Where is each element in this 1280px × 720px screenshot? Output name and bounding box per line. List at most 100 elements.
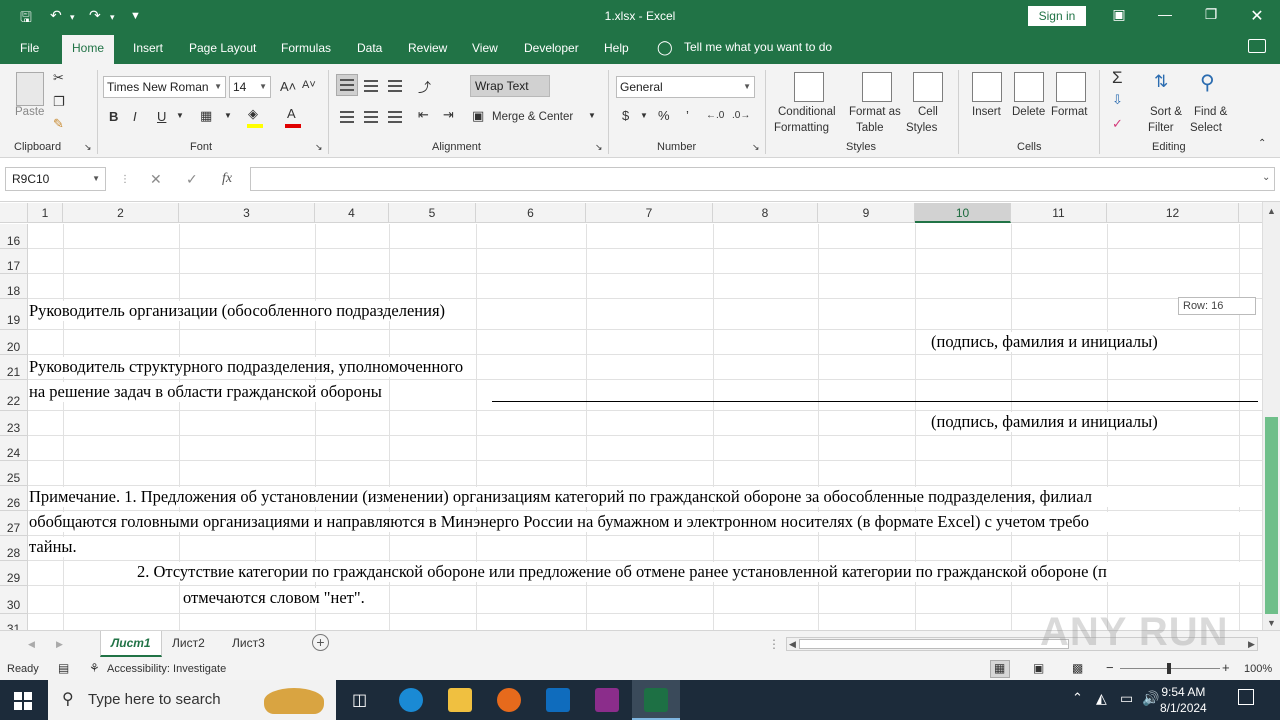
column-header[interactable]: 11 <box>1011 203 1107 223</box>
column-header[interactable]: 12 <box>1107 203 1239 223</box>
tab-page-layout[interactable]: Page Layout <box>189 41 256 55</box>
column-header[interactable]: 2 <box>63 203 179 223</box>
tab-home[interactable]: Home <box>62 35 115 64</box>
row-header[interactable]: 20 <box>0 330 28 355</box>
row-header[interactable]: 22 <box>0 380 28 411</box>
normal-view-button[interactable]: ▦ <box>990 660 1010 678</box>
top-align-button[interactable] <box>336 74 358 96</box>
tab-review[interactable]: Review <box>408 41 447 55</box>
display-icon[interactable]: ▭ <box>1120 690 1133 707</box>
paste-icon[interactable] <box>16 72 44 106</box>
scroll-left-icon[interactable]: ◀ <box>789 639 796 650</box>
firefox-icon[interactable] <box>497 688 521 712</box>
weather-widget-icon[interactable] <box>264 688 324 714</box>
scroll-down-icon[interactable]: ▼ <box>1267 618 1276 628</box>
outlook-icon[interactable] <box>546 688 570 712</box>
insert-cells-icon[interactable] <box>972 72 1002 102</box>
add-sheet-button[interactable]: + <box>312 634 329 651</box>
tab-insert[interactable]: Insert <box>133 41 163 55</box>
row-header[interactable]: 19 <box>0 299 28 330</box>
percent-button[interactable]: % <box>658 108 670 123</box>
format-as-table-icon[interactable] <box>862 72 892 102</box>
format-as-table-button[interactable]: Format as <box>849 106 901 118</box>
wrap-text-button[interactable]: Wrap Text <box>470 75 550 97</box>
enter-entry-button[interactable]: ✓ <box>186 171 198 188</box>
column-header[interactable]: 9 <box>818 203 915 223</box>
tell-me-search[interactable]: Tell me what you want to do <box>684 40 832 54</box>
maximize-button[interactable]: ❐ <box>1196 6 1226 23</box>
increase-font-size-icon[interactable]: A˄ <box>280 79 296 94</box>
orientation-icon[interactable]: ⤴ <box>418 77 431 96</box>
row-header[interactable]: 18 <box>0 274 28 299</box>
font-size-select[interactable]: 14 ▼ <box>229 76 271 98</box>
tab-help[interactable]: Help <box>604 41 629 55</box>
page-layout-view-icon[interactable]: ▣ <box>1033 661 1044 675</box>
clear-icon[interactable]: ✓ <box>1112 116 1123 132</box>
column-header[interactable]: 4 <box>315 203 389 223</box>
zoom-level[interactable]: 100% <box>1244 663 1272 675</box>
font-color-icon[interactable]: A <box>287 106 296 121</box>
decrease-indent-icon[interactable]: ⇤ <box>418 107 429 123</box>
scroll-up-icon[interactable]: ▲ <box>1267 206 1276 216</box>
macro-record-icon[interactable]: ▤ <box>58 661 69 675</box>
align-left-icon[interactable] <box>340 111 354 123</box>
row-header[interactable]: 29 <box>0 561 28 586</box>
sort-filter-icon[interactable]: ⇅ <box>1154 72 1168 92</box>
winrar-icon[interactable] <box>595 688 619 712</box>
center-icon[interactable] <box>364 111 378 123</box>
sheet-tab-1[interactable]: Лист1 <box>100 631 162 657</box>
merge-center-button[interactable]: Merge & Center <box>492 111 573 123</box>
column-header[interactable]: 1 <box>28 203 63 223</box>
column-header[interactable]: 7 <box>586 203 713 223</box>
sort-filter-button[interactable]: Sort & <box>1150 106 1182 118</box>
fill-icon[interactable]: ⇩ <box>1112 92 1123 108</box>
decrease-font-size-icon[interactable]: A˅ <box>302 79 316 91</box>
ribbon-display-options-icon[interactable]: ▣ <box>1104 6 1134 23</box>
row-header[interactable]: 23 <box>0 411 28 436</box>
comma-button[interactable]: ’ <box>686 108 689 123</box>
borders-icon[interactable]: ▦ <box>200 108 212 124</box>
scroll-right-icon[interactable]: ▶ <box>1248 639 1255 650</box>
row-header[interactable]: 17 <box>0 249 28 274</box>
column-header[interactable]: 8 <box>713 203 818 223</box>
cell-styles-icon[interactable] <box>913 72 943 102</box>
network-icon[interactable]: ◭ <box>1096 690 1107 707</box>
format-cells-button[interactable]: Format <box>1051 106 1087 118</box>
zoom-slider-thumb[interactable] <box>1167 663 1171 674</box>
collapse-ribbon-icon[interactable]: ⌃ <box>1258 138 1266 149</box>
next-sheet-icon[interactable]: ▶ <box>56 639 63 650</box>
expand-formula-bar-icon[interactable]: ⌄ <box>1262 172 1270 183</box>
underline-button[interactable]: U <box>157 109 166 124</box>
tab-view[interactable]: View <box>472 41 498 55</box>
alignment-launcher-icon[interactable]: ↘ <box>595 142 603 153</box>
accessibility-status[interactable]: Accessibility: Investigate <box>107 663 226 675</box>
worksheet-grid[interactable]: 1 2 3 4 5 6 7 8 9 10 11 12 16 17 18 19 2… <box>0 202 1262 630</box>
row-header[interactable]: 25 <box>0 461 28 486</box>
tab-file[interactable]: File <box>20 41 39 55</box>
row-header[interactable]: 16 <box>0 224 28 249</box>
close-button[interactable]: ✕ <box>1242 6 1272 26</box>
number-format-select[interactable]: General ▼ <box>616 76 755 98</box>
cut-icon[interactable]: ✂ <box>53 70 64 86</box>
comments-icon[interactable] <box>1248 39 1266 53</box>
formula-input[interactable] <box>250 167 1275 191</box>
clipboard-launcher-icon[interactable]: ↘ <box>84 142 92 153</box>
merge-icon[interactable]: ▣ <box>472 108 484 124</box>
column-header-selected[interactable]: 10 <box>915 203 1011 223</box>
column-header[interactable]: 3 <box>179 203 315 223</box>
sheet-tab-3[interactable]: Лист3 <box>222 631 275 657</box>
select-all-corner[interactable] <box>0 203 28 223</box>
file-explorer-icon[interactable] <box>448 688 472 712</box>
insert-cells-button[interactable]: Insert <box>972 106 1001 118</box>
taskbar-clock[interactable]: 9:54 AM 8/1/2024 <box>1160 684 1207 716</box>
tab-split-handle-icon[interactable]: ⋮ <box>768 637 780 651</box>
sheet-tab-2[interactable]: Лист2 <box>162 631 215 657</box>
copy-icon[interactable]: ❐ <box>53 94 65 110</box>
font-launcher-icon[interactable]: ↘ <box>315 142 323 153</box>
sign-in-button[interactable]: Sign in <box>1028 6 1086 26</box>
row-header[interactable]: 30 <box>0 586 28 614</box>
excel-taskbar-button[interactable] <box>632 680 680 720</box>
align-right-icon[interactable] <box>388 111 402 123</box>
previous-sheet-icon[interactable]: ◀ <box>28 639 35 650</box>
row-header[interactable]: 27 <box>0 511 28 536</box>
